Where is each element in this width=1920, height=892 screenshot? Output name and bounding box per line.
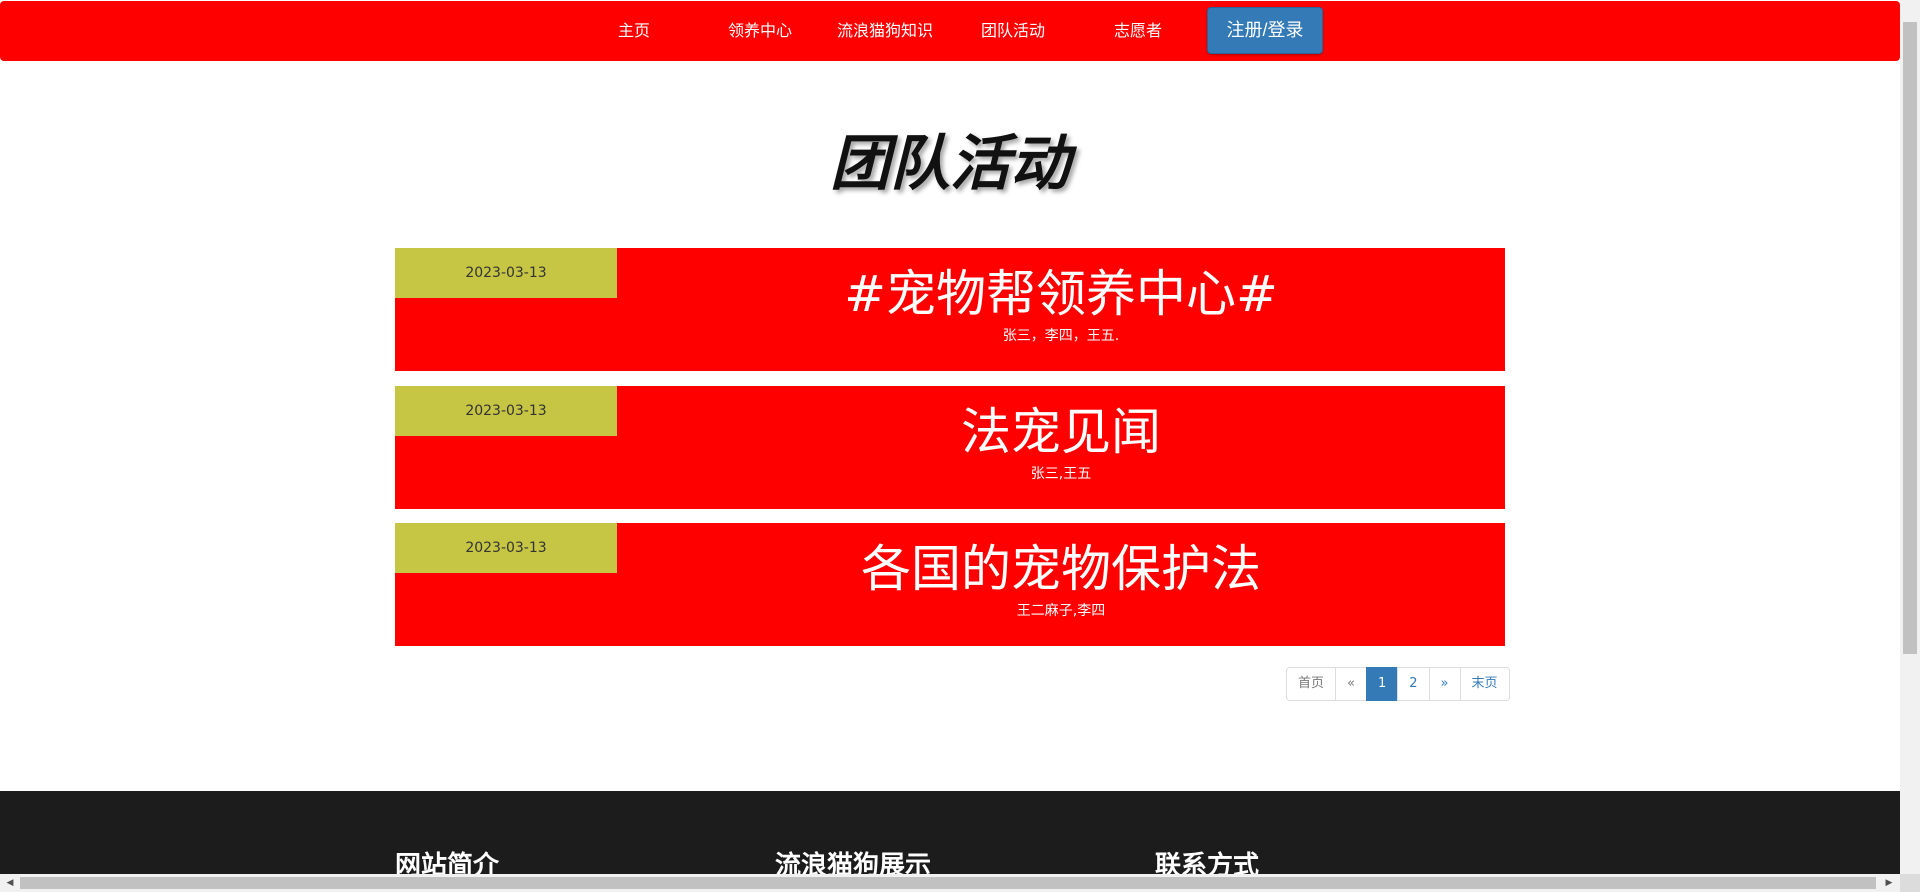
activity-date: 2023-03-13: [395, 386, 617, 436]
activity-title[interactable]: #宠物帮领养中心#: [617, 264, 1505, 324]
pagination-first-page[interactable]: 首页: [1286, 667, 1337, 701]
activity-date: 2023-03-13: [395, 248, 617, 298]
nav-item-team-activities[interactable]: 团队活动: [975, 1, 1051, 61]
top-navbar: 主页 领养中心 流浪猫狗知识 团队活动 志愿者 注册/登录: [0, 1, 1900, 61]
scroll-right-arrow-icon[interactable]: ▶: [1880, 874, 1898, 892]
activity-card[interactable]: 2023-03-13 #宠物帮领养中心# 张三，李四，王五.: [395, 248, 1505, 371]
horizontal-scrollbar[interactable]: ◀ ▶: [0, 874, 1900, 892]
scroll-left-arrow-icon[interactable]: ◀: [1, 874, 19, 892]
pagination-next[interactable]: »: [1428, 667, 1461, 701]
activity-card[interactable]: 2023-03-13 各国的宠物保护法 王二麻子,李四: [395, 523, 1505, 646]
activity-date: 2023-03-13: [395, 523, 617, 573]
vertical-scrollbar[interactable]: [1900, 0, 1920, 874]
pagination-page-1[interactable]: 1: [1365, 667, 1399, 701]
vertical-scrollbar-thumb[interactable]: [1903, 22, 1917, 654]
activity-members: 张三，李四，王五.: [1002, 328, 1120, 344]
scrollbar-corner: [1900, 874, 1920, 892]
horizontal-scrollbar-thumb[interactable]: [20, 877, 1876, 889]
activity-title[interactable]: 各国的宠物保护法: [617, 539, 1505, 599]
nav-item-adoption-center[interactable]: 领养中心: [722, 1, 798, 61]
pagination-page-2[interactable]: 2: [1397, 667, 1430, 701]
pagination-prev[interactable]: «: [1335, 667, 1367, 701]
nav-item-volunteers[interactable]: 志愿者: [1108, 1, 1168, 61]
page-title: 团队活动: [830, 129, 1070, 199]
nav-item-stray-knowledge[interactable]: 流浪猫狗知识: [830, 1, 940, 61]
pagination-last-page[interactable]: 末页: [1459, 667, 1510, 701]
activity-title[interactable]: 法宠见闻: [617, 402, 1505, 462]
activity-members: 王二麻子,李四: [1016, 603, 1106, 619]
register-login-button[interactable]: 注册/登录: [1207, 7, 1323, 54]
nav-item-home[interactable]: 主页: [604, 1, 664, 61]
activity-card[interactable]: 2023-03-13 法宠见闻 张三,王五: [395, 386, 1505, 509]
pagination: 首页 « 1 2 » 末页: [1286, 667, 1510, 701]
activity-members: 张三,王五: [1030, 466, 1092, 482]
